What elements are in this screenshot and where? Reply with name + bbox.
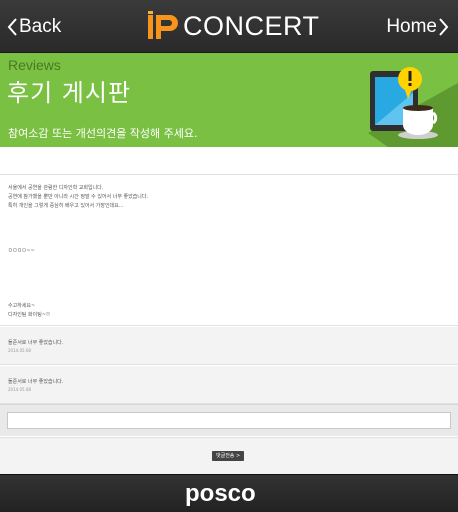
ip-concert-logo: CONCERT bbox=[148, 9, 320, 43]
post-line: 수고하세요~ bbox=[8, 303, 36, 309]
chevron-left-icon bbox=[7, 17, 17, 36]
post-line: 서울에서 공연을 관람한 디자인학 교회입니다. bbox=[8, 185, 104, 191]
back-button[interactable]: Back bbox=[6, 0, 61, 53]
top-nav-bar: Back CONCERT Home bbox=[0, 0, 458, 53]
submit-area: 댓글전송 > bbox=[0, 437, 458, 474]
footer: posco bbox=[0, 474, 458, 512]
comment-text: 돌준서로 너무 좋았습니다. bbox=[8, 379, 64, 385]
comment-date: 2014.05.08 bbox=[8, 387, 31, 392]
reviews-banner: Reviews 후기 게시판 참여소감 또는 개선의견을 작성해 주세요. bbox=[0, 53, 458, 147]
comment-date: 2014.05.08 bbox=[8, 348, 31, 353]
post-line: 공연에 참가했을 뿐만 아니라 시간 정말 수 있어서 너무 좋았습니다. bbox=[8, 194, 149, 200]
comment-text: 돌준서로 너무 좋았습니다. bbox=[8, 340, 64, 346]
tablet-coffee-illustration bbox=[368, 67, 458, 147]
banner-description: 참여소감 또는 개선의견을 작성해 주세요. bbox=[8, 127, 198, 140]
logo-text: CONCERT bbox=[183, 10, 320, 41]
page-title: 후기 게시판 bbox=[7, 79, 132, 107]
submit-comment-button[interactable]: 댓글전송 > bbox=[212, 451, 245, 461]
post-line: ㅁㅁㅁㅁ~~ bbox=[8, 248, 35, 254]
post-line: 특히 개인을 그렇게 중심히 배우고 있어서 가장인데요... bbox=[8, 203, 124, 209]
comment-input-bar bbox=[0, 404, 458, 436]
home-button[interactable]: Home bbox=[386, 0, 450, 53]
chevron-right-icon bbox=[439, 17, 449, 36]
back-button-label: Back bbox=[19, 16, 62, 37]
post-line: 디자인팀 화이팅~!! bbox=[8, 312, 50, 318]
comment-item: 돌준서로 너무 좋았습니다. 2014.05.08 bbox=[0, 366, 458, 404]
comment-item: 돌준서로 너무 좋았습니다. 2014.05.08 bbox=[0, 327, 458, 365]
comment-input[interactable] bbox=[7, 412, 451, 429]
home-button-label: Home bbox=[386, 16, 437, 37]
banner-subtitle: Reviews bbox=[8, 57, 61, 73]
ip-logo-mark bbox=[148, 11, 178, 39]
posco-logo: posco bbox=[185, 480, 256, 507]
post-body: 서울에서 공연을 관람한 디자인학 교회입니다. 공연에 참가했을 뿐만 아니라… bbox=[0, 176, 458, 326]
content-spacer bbox=[0, 147, 458, 175]
